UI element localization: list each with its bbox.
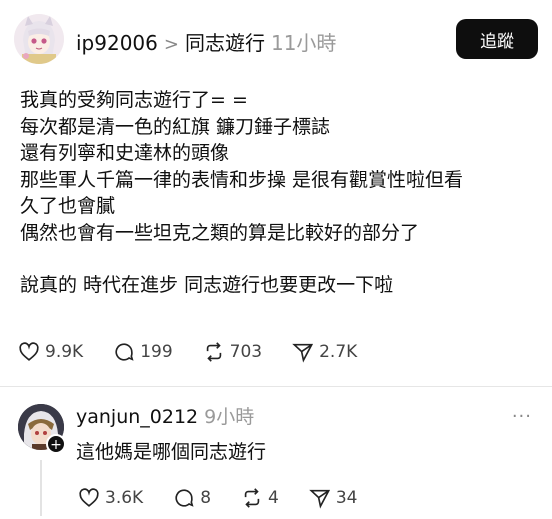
reply-share-count: 34 bbox=[335, 488, 358, 508]
repost-button[interactable]: 703 bbox=[203, 341, 262, 363]
thread-line bbox=[40, 460, 42, 516]
reply-meta: yanjun_0212 9小時 bbox=[76, 402, 254, 429]
reply-repost-count: 4 bbox=[268, 488, 279, 508]
reply-repost-button[interactable]: 4 bbox=[241, 487, 279, 509]
comment-button[interactable]: 199 bbox=[113, 341, 173, 363]
reply-actions: 3.6K 8 4 34 bbox=[78, 487, 387, 509]
post-line: 說真的 時代在進步 同志遊行也要更改一下啦 bbox=[20, 274, 394, 296]
heart-icon bbox=[19, 342, 39, 361]
post-line: 偶然也會有一些坦克之類的算是比較好的部分了 bbox=[20, 221, 420, 244]
reply-like-count: 3.6K bbox=[105, 488, 144, 508]
more-icon[interactable]: ··· bbox=[512, 406, 532, 427]
like-button[interactable]: 9.9K bbox=[18, 341, 83, 363]
chevron-right-icon: > bbox=[163, 34, 179, 55]
heart-icon bbox=[79, 488, 99, 507]
reply-like-button[interactable]: 3.6K bbox=[78, 487, 143, 509]
post-actions: 9.9K 199 703 2.7K bbox=[18, 341, 387, 363]
share-icon bbox=[309, 489, 330, 509]
plus-icon[interactable]: + bbox=[46, 434, 66, 454]
reply-comment-count: 8 bbox=[200, 488, 212, 508]
like-count: 9.9K bbox=[45, 342, 84, 362]
share-button[interactable]: 2.7K bbox=[292, 341, 357, 363]
post-meta: ip92006 > 同志遊行 11小時 bbox=[76, 27, 336, 56]
reply-username[interactable]: yanjun_0212 bbox=[76, 406, 198, 428]
reply-time: 9小時 bbox=[204, 406, 255, 428]
share-icon bbox=[292, 343, 314, 363]
comment-count: 199 bbox=[140, 342, 173, 362]
divider bbox=[0, 386, 552, 387]
post-header: ip92006 > 同志遊行 11小時 追蹤 bbox=[14, 14, 538, 70]
comment-icon bbox=[115, 343, 134, 361]
author-avatar[interactable] bbox=[14, 14, 64, 64]
post-line: 久了也會膩 bbox=[20, 195, 116, 217]
post-line: 每次都是清一色的紅旗 鐮刀錘子標誌 bbox=[20, 115, 331, 138]
repost-icon bbox=[244, 488, 260, 508]
post-line: 那些軍人千篇一律的表情和步操 是很有觀賞性啦但看 bbox=[20, 168, 464, 191]
post-line: 還有列寧和史達林的頭像 bbox=[20, 142, 230, 164]
share-count: 2.7K bbox=[319, 342, 358, 362]
post-body: 我真的受夠同志遊行了= = 每次都是清一色的紅旗 鐮刀錘子標誌 還有列寧和史達林… bbox=[20, 87, 540, 299]
follow-button[interactable]: 追蹤 bbox=[456, 19, 538, 59]
reply-comment-button[interactable]: 8 bbox=[173, 487, 211, 509]
reply-text: 這他媽是哪個同志遊行 bbox=[76, 441, 267, 463]
repost-count: 703 bbox=[229, 342, 263, 362]
reply-share-button[interactable]: 34 bbox=[309, 487, 358, 509]
comment-icon bbox=[175, 489, 194, 507]
author-username[interactable]: ip92006 bbox=[76, 31, 158, 55]
post-time: 11小時 bbox=[270, 31, 337, 55]
post-line: 我真的受夠同志遊行了= = bbox=[20, 89, 248, 111]
repost-icon bbox=[206, 342, 221, 362]
topic-tag[interactable]: 同志遊行 bbox=[185, 31, 265, 55]
